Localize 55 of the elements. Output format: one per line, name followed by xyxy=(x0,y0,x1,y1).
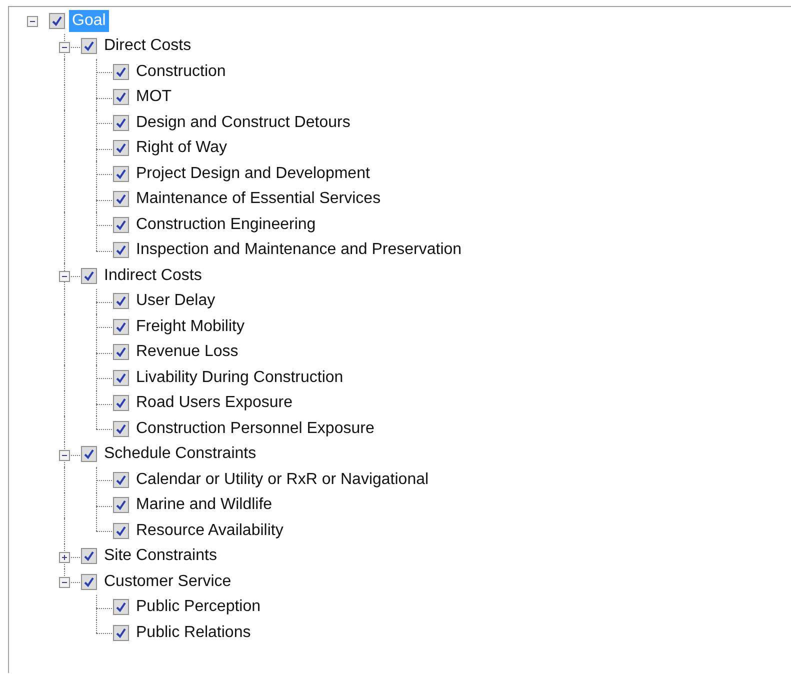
tree-item-label[interactable]: Inspection and Maintenance and Preservation xyxy=(133,239,465,262)
checkbox[interactable] xyxy=(81,548,97,564)
checkbox[interactable] xyxy=(113,472,129,488)
checkbox[interactable] xyxy=(81,446,97,462)
tree-item-label[interactable]: Construction Personnel Exposure xyxy=(133,418,378,440)
tree-item-label[interactable]: Maintenance of Essential Services xyxy=(133,188,384,210)
tree-item-label[interactable]: Public Relations xyxy=(133,622,254,644)
tree-item-label[interactable]: Construction xyxy=(133,60,229,83)
checkbox[interactable] xyxy=(113,191,129,208)
tree-item-label[interactable]: Schedule Constraints xyxy=(101,443,260,466)
tree-item-label[interactable]: Right of Way xyxy=(133,137,230,160)
checkbox[interactable] xyxy=(113,370,129,386)
checkbox[interactable] xyxy=(113,318,129,335)
tree-item-label[interactable]: Livability During Construction xyxy=(133,366,346,389)
checkbox[interactable] xyxy=(113,395,129,412)
collapse-icon[interactable] xyxy=(59,450,70,460)
checkbox[interactable] xyxy=(113,599,129,616)
checkbox[interactable] xyxy=(113,497,129,514)
expand-icon[interactable] xyxy=(59,552,70,562)
tree-item-label[interactable]: Resource Availability xyxy=(133,520,286,542)
checkbox[interactable] xyxy=(49,12,65,29)
tree-item-label[interactable]: Marine and Wildlife xyxy=(133,494,276,516)
tree-item-label[interactable]: Design and Construct Detours xyxy=(133,112,354,134)
checkbox[interactable] xyxy=(81,38,97,54)
tree-item-label[interactable]: User Delay xyxy=(133,290,218,312)
checkbox[interactable] xyxy=(113,64,129,80)
checkbox[interactable] xyxy=(113,293,129,310)
checkbox[interactable] xyxy=(81,268,97,284)
checkbox[interactable] xyxy=(113,624,129,641)
collapse-icon[interactable] xyxy=(59,42,70,52)
tree-item-label[interactable]: MOT xyxy=(133,86,175,108)
checkbox[interactable] xyxy=(113,166,129,182)
tree-item-label[interactable]: Indirect Costs xyxy=(101,264,205,287)
tree-item-label[interactable]: Freight Mobility xyxy=(133,316,248,338)
tree-item-label[interactable]: Customer Service xyxy=(101,570,234,593)
checkbox[interactable] xyxy=(113,344,129,360)
tree-item-label[interactable]: Direct Costs xyxy=(101,35,194,58)
tree-item-label[interactable]: Public Perception xyxy=(133,596,264,618)
checkbox[interactable] xyxy=(113,89,129,106)
checkbox[interactable] xyxy=(113,216,129,233)
checkbox[interactable] xyxy=(113,114,129,131)
tree-item-label[interactable]: Project Design and Development xyxy=(133,162,373,185)
checkbox[interactable] xyxy=(113,242,129,258)
tree-item-label[interactable]: Road Users Exposure xyxy=(133,392,296,414)
tree-item-label[interactable]: Site Constraints xyxy=(101,545,220,568)
collapse-icon[interactable] xyxy=(59,271,70,282)
checkbox[interactable] xyxy=(113,140,129,156)
checkbox[interactable] xyxy=(113,420,129,437)
tree-item-label[interactable]: Construction Engineering xyxy=(133,214,319,236)
tree-item-label[interactable]: Revenue Loss xyxy=(133,341,242,364)
tree-item-label[interactable]: Calendar or Utility or RxR or Navigational xyxy=(133,468,432,491)
checkbox[interactable] xyxy=(113,522,129,539)
collapse-icon[interactable] xyxy=(27,16,38,27)
checkbox[interactable] xyxy=(81,574,97,590)
collapse-icon[interactable] xyxy=(59,577,70,588)
